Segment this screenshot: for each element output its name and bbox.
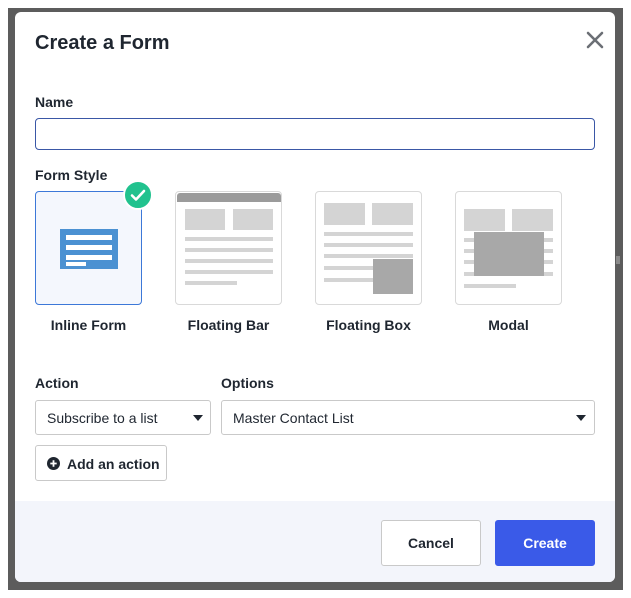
- dialog-footer: Cancel Create: [15, 501, 615, 582]
- form-style-floating-bar[interactable]: [175, 191, 282, 305]
- action-select[interactable]: Subscribe to a list: [35, 400, 211, 435]
- add-action-button[interactable]: Add an action: [35, 445, 167, 481]
- action-select-value: Subscribe to a list: [47, 410, 158, 426]
- create-button[interactable]: Create: [495, 520, 595, 566]
- form-style-label: Form Style: [35, 167, 108, 183]
- dialog-title: Create a Form: [35, 32, 170, 54]
- action-label: Action: [35, 375, 79, 391]
- options-label: Options: [221, 375, 274, 391]
- add-action-label: Add an action: [67, 456, 160, 472]
- floating-box-label: Floating Box: [326, 317, 411, 333]
- create-form-dialog: Create a Form Name Form Style Inline For…: [15, 12, 615, 582]
- close-icon[interactable]: [583, 28, 607, 52]
- name-label: Name: [35, 94, 74, 110]
- cancel-button[interactable]: Cancel: [381, 520, 481, 566]
- modal-label: Modal: [488, 317, 529, 333]
- floating-bar-label: Floating Bar: [187, 317, 270, 333]
- selected-check-icon: [123, 180, 153, 210]
- floating-bar-icon: [177, 193, 281, 285]
- options-select-value: Master Contact List: [233, 410, 354, 426]
- background-edge: [616, 256, 620, 264]
- form-style-floating-box[interactable]: [315, 191, 422, 305]
- plus-circle-icon: [47, 457, 60, 470]
- chevron-down-icon: [193, 415, 203, 421]
- options-select[interactable]: Master Contact List: [221, 400, 595, 435]
- inline-form-label: Inline Form: [50, 317, 127, 333]
- modal-icon: [464, 209, 553, 288]
- chevron-down-icon: [576, 415, 586, 421]
- name-input[interactable]: [35, 118, 595, 150]
- floating-box-icon: [324, 203, 413, 294]
- form-style-modal[interactable]: [455, 191, 562, 305]
